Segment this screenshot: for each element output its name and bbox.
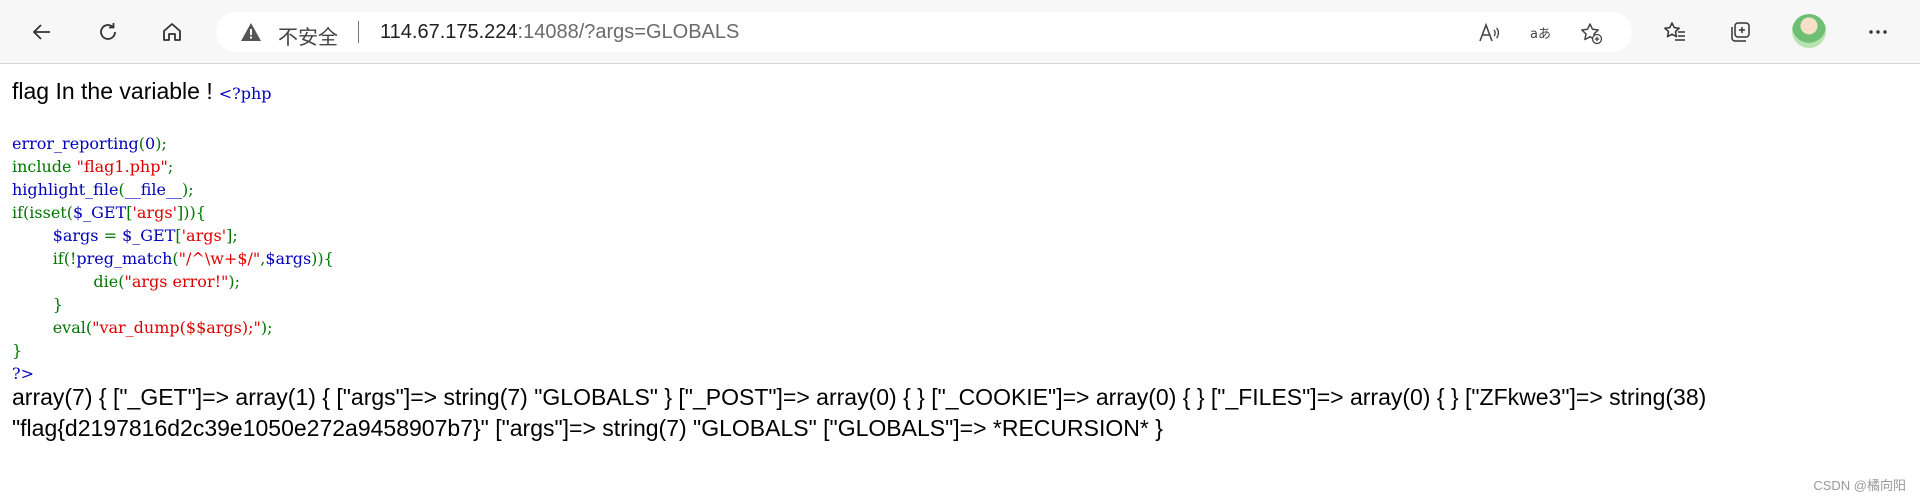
code-token: die(: [93, 272, 125, 291]
security-status-label[interactable]: 不安全: [278, 21, 338, 50]
profile-avatar[interactable]: [1792, 14, 1826, 48]
code-token: ];: [226, 226, 238, 245]
code-token: 'args': [132, 203, 177, 222]
back-icon: [32, 24, 50, 40]
code-token: ;: [167, 157, 174, 176]
page-heading: flag In the variable ! <?php: [12, 78, 272, 105]
code-token: "var_dump($$args);": [92, 318, 261, 337]
translate-icon: aあ: [1530, 27, 1551, 42]
collections-icon: [1731, 22, 1750, 42]
code-token: $_GET: [72, 203, 127, 222]
home-button[interactable]: [152, 12, 192, 52]
more-button[interactable]: [1858, 12, 1898, 52]
code-line: $args = $_GET['args'];: [12, 224, 334, 247]
address-separator: [358, 21, 359, 43]
code-token: highlight_file: [12, 180, 119, 199]
code-token: include: [12, 157, 77, 176]
csdn-watermark: CSDN @橘向阳: [1813, 478, 1906, 493]
code-line: if(isset($_GET['args'])){: [12, 201, 334, 224]
code-line: error_reporting(0);: [12, 132, 334, 155]
code-line: }: [12, 339, 334, 362]
collections-button[interactable]: [1720, 12, 1760, 52]
url-host: 114.67.175.224: [380, 21, 518, 43]
url-path: :14088/?args=GLOBALS: [517, 21, 740, 43]
refresh-icon: [100, 23, 116, 40]
code-token: "/^\w+$/": [178, 249, 261, 268]
svg-text:aあ: aあ: [1530, 27, 1551, 42]
code-token: $_GET: [122, 226, 176, 245]
code-token: $args: [52, 226, 104, 245]
code-token: );: [228, 272, 241, 291]
code-line: }: [12, 293, 334, 316]
code-token: "flag1.php": [76, 157, 168, 176]
code-token: $args: [265, 249, 312, 268]
code-token: 'args': [181, 226, 227, 245]
code-token: );: [155, 134, 167, 153]
code-token: ])){: [176, 203, 206, 222]
code-line: die("args error!");: [12, 270, 334, 293]
var-dump-output: array(7) { ["_GET"]=> array(1) { ["args"…: [12, 382, 1908, 444]
more-icon: [1869, 30, 1887, 34]
favorites-icon: [1664, 22, 1685, 41]
code-token: "args error!": [124, 272, 229, 291]
read-aloud-button[interactable]: [1476, 20, 1502, 46]
add-favorite-button[interactable]: [1578, 20, 1604, 46]
address-bar[interactable]: 不安全 114.67.175.224:14088/?args=GLOBALS a…: [216, 12, 1632, 52]
code-token: 0: [145, 134, 156, 153]
code-token: =: [103, 226, 123, 245]
refresh-button[interactable]: [88, 12, 128, 52]
code-line: if(!preg_match("/^\w+$/",$args)){: [12, 247, 334, 270]
php-source-code: error_reporting(0); include "flag1.php"; h…: [12, 132, 334, 385]
code-token: ?>: [12, 364, 34, 383]
code-token: preg_match: [76, 249, 173, 268]
code-line: include "flag1.php";: [12, 155, 334, 178]
code-token: if(!: [52, 249, 77, 268]
translate-button[interactable]: aあ: [1528, 20, 1554, 46]
favorites-button[interactable]: [1655, 12, 1695, 52]
code-token: );: [181, 180, 194, 199]
code-line: highlight_file(__file__);: [12, 178, 334, 201]
code-token: )){: [311, 249, 334, 268]
code-token: if(isset(: [12, 203, 73, 222]
warning-icon[interactable]: [240, 22, 262, 42]
code-token: eval(: [52, 318, 93, 337]
output-line-2: "flag{d2197816d2c39e1050e272a9458907b7}"…: [12, 415, 1163, 441]
browser-toolbar: 不安全 114.67.175.224:14088/?args=GLOBALS a…: [0, 0, 1920, 64]
code-token: }: [12, 341, 23, 360]
url-text[interactable]: 114.67.175.224:14088/?args=GLOBALS: [380, 21, 739, 44]
read-aloud-icon: [1479, 22, 1500, 42]
php-open-tag: <?php: [218, 84, 272, 103]
home-icon: [163, 23, 181, 41]
code-token: );: [260, 318, 273, 337]
back-button[interactable]: [22, 12, 62, 52]
code-token: __file__: [124, 180, 182, 199]
code-line: eval("var_dump($$args);");: [12, 316, 334, 339]
code-token: error_reporting: [12, 134, 139, 153]
output-line-1: array(7) { ["_GET"]=> array(1) { ["args"…: [12, 384, 1707, 410]
heading-text: flag In the variable !: [12, 78, 213, 104]
code-token: }: [52, 295, 63, 314]
add-favorite-icon: [1581, 23, 1603, 45]
